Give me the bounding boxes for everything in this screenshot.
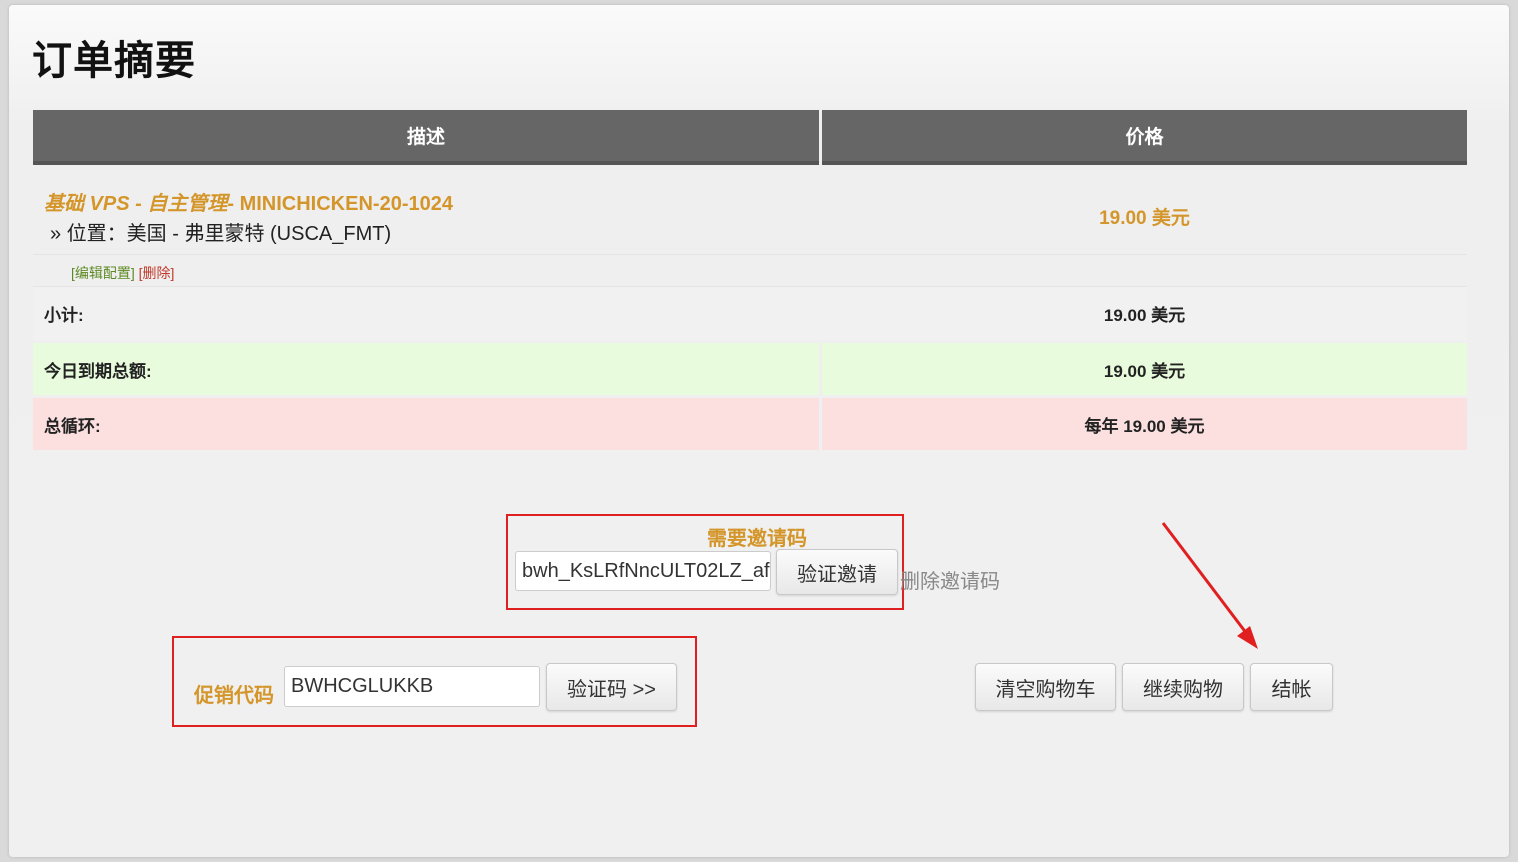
invite-code-input[interactable]: bwh_KsLRfNncULT02LZ_af bbox=[515, 551, 771, 591]
product-actions: [编辑配置] [删除] bbox=[71, 263, 174, 283]
verify-promo-button[interactable]: 验证码 >> bbox=[546, 663, 677, 711]
verify-invite-button[interactable]: 验证邀请 bbox=[776, 549, 898, 595]
product-row: 基础 VPS - 自主管理- MINICHICKEN-20-1024 » 位置：… bbox=[33, 169, 1467, 254]
recurring-label-cell: 总循环: bbox=[33, 398, 819, 450]
page-title: 订单摘要 bbox=[32, 38, 196, 84]
product-price: 19.00 美元 bbox=[1099, 208, 1190, 229]
subtotal-label: 小计: bbox=[44, 306, 84, 325]
due-today-value: 19.00 美元 bbox=[1103, 361, 1186, 381]
recurring-value: 每年 19.00 美元 bbox=[1084, 416, 1205, 436]
checkout-button[interactable]: 结帐 bbox=[1250, 663, 1333, 711]
continue-shopping-button[interactable]: 继续购物 bbox=[1122, 663, 1244, 711]
column-header-description: 描述 bbox=[33, 110, 819, 165]
promo-code-input[interactable]: BWHCGLUKKB bbox=[284, 666, 540, 707]
empty-cart-button[interactable]: 清空购物车 bbox=[975, 663, 1116, 711]
subtotal-value: 19.00 美元 bbox=[1103, 306, 1186, 325]
remove-invite-link[interactable]: 删除邀请码 bbox=[900, 565, 1000, 594]
product-location: » 位置：美国 - 弗里蒙特 (USCA_FMT) bbox=[50, 223, 392, 245]
promo-label: 促销代码 bbox=[194, 685, 274, 707]
column-header-price: 价格 bbox=[822, 110, 1467, 165]
edit-config-link[interactable]: [编辑配置] bbox=[71, 265, 135, 281]
subtotal-row: 小计: 19.00 美元 bbox=[33, 287, 1467, 340]
row-divider bbox=[33, 254, 1467, 255]
product-name: 基础 VPS - 自主管理- MINICHICKEN-20-1024 bbox=[44, 193, 453, 215]
due-today-value-cell: 19.00 美元 bbox=[822, 343, 1467, 395]
due-today-label: 今日到期总额: bbox=[44, 361, 152, 381]
due-today-label-cell: 今日到期总额: bbox=[33, 343, 819, 395]
invite-heading: 需要邀请码 bbox=[707, 528, 807, 550]
recurring-value-cell: 每年 19.00 美元 bbox=[822, 398, 1467, 450]
recurring-label: 总循环: bbox=[44, 416, 101, 436]
delete-item-link[interactable]: [删除] bbox=[139, 265, 175, 281]
